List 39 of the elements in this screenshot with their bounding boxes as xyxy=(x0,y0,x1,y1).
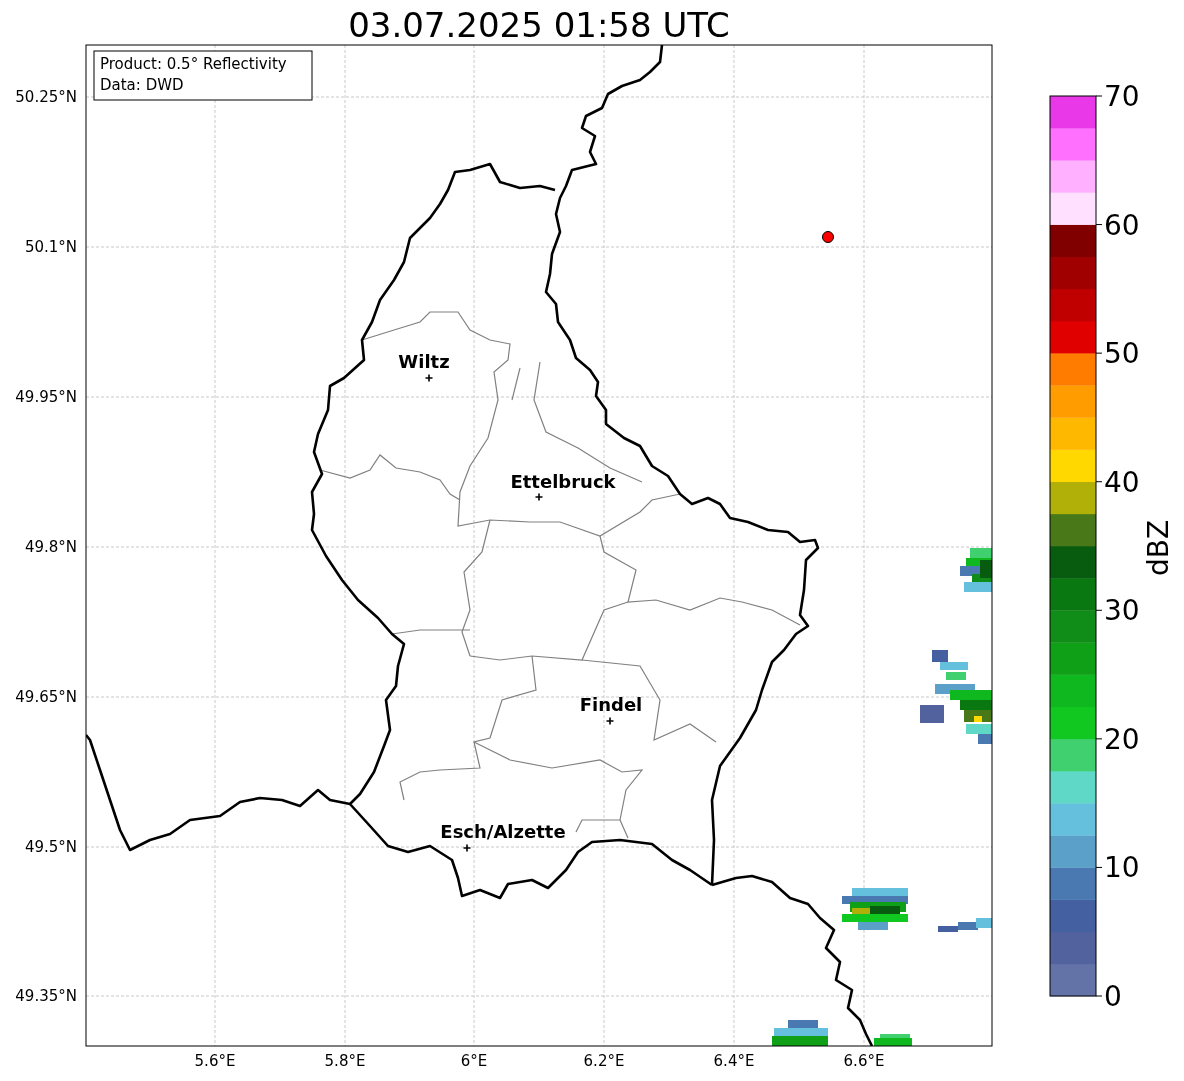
city-marker-icon xyxy=(462,843,472,853)
city-label: Ettelbruck xyxy=(510,471,616,492)
city-label: Findel xyxy=(579,694,643,715)
radar-echo xyxy=(842,888,908,930)
colorbar-tick-label: 40 xyxy=(1104,465,1140,499)
radar-echo xyxy=(960,548,992,592)
latitude-tick-label: 49.5°N xyxy=(24,838,77,856)
radar-site-dot xyxy=(822,231,834,243)
latitude-tick-label: 50.25°N xyxy=(15,88,77,106)
latitude-tick-label: 49.8°N xyxy=(24,538,77,556)
longitude-tick-label: 6°E xyxy=(460,1052,488,1070)
longitude-tick-label: 5.8°E xyxy=(324,1052,366,1070)
city-marker-icon xyxy=(534,492,544,502)
longitude-tick-label: 6.2°E xyxy=(583,1052,625,1070)
longitude-tick-label: 5.6°E xyxy=(194,1052,236,1070)
city-label: Esch/Alzette xyxy=(440,821,566,842)
radar-echo xyxy=(772,1020,828,1046)
radar-echo xyxy=(938,918,992,932)
city-marker-icon xyxy=(605,716,615,726)
colorbar-tick-label: 10 xyxy=(1104,851,1140,885)
colorbar-tick-label: 70 xyxy=(1104,80,1140,113)
longitude-tick-label: 6.6°E xyxy=(843,1052,885,1070)
colorbar-tick-label: 0 xyxy=(1104,980,1122,1013)
figure-title: 03.07.2025 01:58 UTC xyxy=(348,5,730,45)
radar-echo xyxy=(874,1034,912,1046)
info-text: Data: DWD xyxy=(100,76,184,94)
city-label: Wiltz xyxy=(398,351,450,372)
colorbar-tick-label: 30 xyxy=(1104,594,1140,628)
latitude-tick-label: 50.1°N xyxy=(24,238,77,256)
colorbar-tick-label: 20 xyxy=(1104,722,1140,756)
city-marker-icon xyxy=(424,373,434,383)
latitude-tick-label: 49.65°N xyxy=(15,688,77,706)
colorbar-tick-label: 50 xyxy=(1104,337,1140,371)
colorbar-tick-label: 60 xyxy=(1104,208,1140,242)
longitude-tick-label: 6.4°E xyxy=(713,1052,755,1070)
latitude-tick-label: 49.95°N xyxy=(15,388,77,406)
latitude-tick-label: 49.35°N xyxy=(15,987,77,1005)
colorbar-label: dBZ xyxy=(1142,519,1175,577)
info-text: Product: 0.5° Reflectivity xyxy=(100,55,287,73)
